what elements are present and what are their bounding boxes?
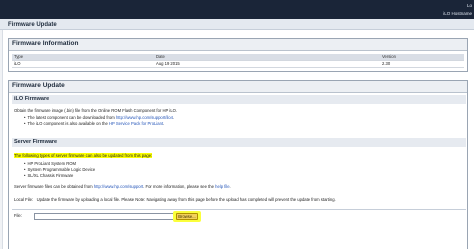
list-item: SL/XL Chassis Firmware — [24, 173, 73, 179]
obtain-prefix: Server firmware files can be obtained fr… — [14, 184, 94, 189]
server-obtain-text: Server firmware files can be obtained fr… — [14, 184, 231, 190]
file-label: File: — [14, 213, 22, 218]
obtain-middle: . For more information, please see the — [143, 184, 216, 189]
obtain-suffix: . — [229, 184, 231, 189]
hp-support-link[interactable]: http://www.hp.com/support — [94, 184, 143, 189]
table-row: iLO Aug 19 2015 2.30 — [12, 61, 464, 68]
user-label[interactable]: Lo — [467, 3, 472, 9]
column-header-date: Date — [156, 54, 165, 60]
list-item: System Programmable Logic Device — [24, 167, 95, 173]
service-pack-link[interactable]: HP Service Pack for ProLiant — [109, 121, 163, 126]
bullet-suffix: . — [172, 115, 175, 120]
server-intro-text: The following types of server firmware c… — [14, 153, 153, 159]
list-item: The latest component can be downloaded f… — [24, 115, 174, 121]
firmware-information-title: Firmware Information — [9, 39, 467, 51]
local-file-note: Update the firmware by uploading a local… — [36, 197, 336, 202]
file-path-input[interactable] — [34, 213, 174, 220]
server-item: HP ProLiant System ROM — [27, 161, 77, 166]
page-title-bar: Firmware Update — [0, 19, 474, 30]
bullet-suffix: . — [163, 121, 165, 126]
local-file-label: Local File: — [14, 197, 34, 202]
ilo-obtain-text: Obtain the firmware image (.bin) file fr… — [14, 108, 178, 113]
help-file-link[interactable]: help file — [215, 184, 229, 189]
server-item: SL/XL Chassis Firmware — [27, 173, 74, 178]
browse-button[interactable]: Browse... — [176, 213, 198, 220]
server-firmware-heading: Server Firmware — [12, 138, 466, 147]
server-item: System Programmable Logic Device — [27, 167, 96, 172]
column-header-version: Version — [382, 54, 396, 60]
column-header-type: Type — [14, 54, 24, 60]
bullet-text: The latest component can be downloaded f… — [27, 115, 116, 120]
file-upload-row: File: Browse... — [12, 209, 466, 223]
ilo-hostname: iLO Hostname — [443, 11, 472, 16]
page-title: Firmware Update — [8, 22, 57, 28]
cell-type: iLO — [14, 61, 21, 67]
server-intro-highlight: The following types of server firmware c… — [14, 153, 153, 158]
bullet-text: The iLO component is also available on t… — [27, 121, 109, 126]
ilo4-support-link[interactable]: http://www.hp.com/support/ilo4 — [116, 115, 173, 120]
local-file-row: Local File: Update the firmware by uploa… — [14, 197, 336, 203]
firmware-update-panel: Firmware Update iLO Firmware Obtain the … — [8, 80, 468, 249]
list-item: HP ProLiant System ROM — [24, 161, 76, 167]
table-header-row: Type Date Version — [12, 54, 464, 61]
top-banner: Lo iLO Hostname — [0, 0, 474, 19]
cell-version: 2.30 — [382, 61, 391, 67]
ilo-firmware-heading: iLO Firmware — [12, 95, 466, 104]
cell-date: Aug 19 2015 — [156, 61, 180, 67]
left-nav-edge — [0, 30, 3, 249]
firmware-table: Type Date Version iLO Aug 19 2015 2.30 — [12, 54, 464, 68]
firmware-information-panel: Firmware Information Type Date Version i… — [8, 38, 468, 72]
list-item: The iLO component is also available on t… — [24, 121, 164, 127]
firmware-update-title: Firmware Update — [9, 81, 467, 93]
